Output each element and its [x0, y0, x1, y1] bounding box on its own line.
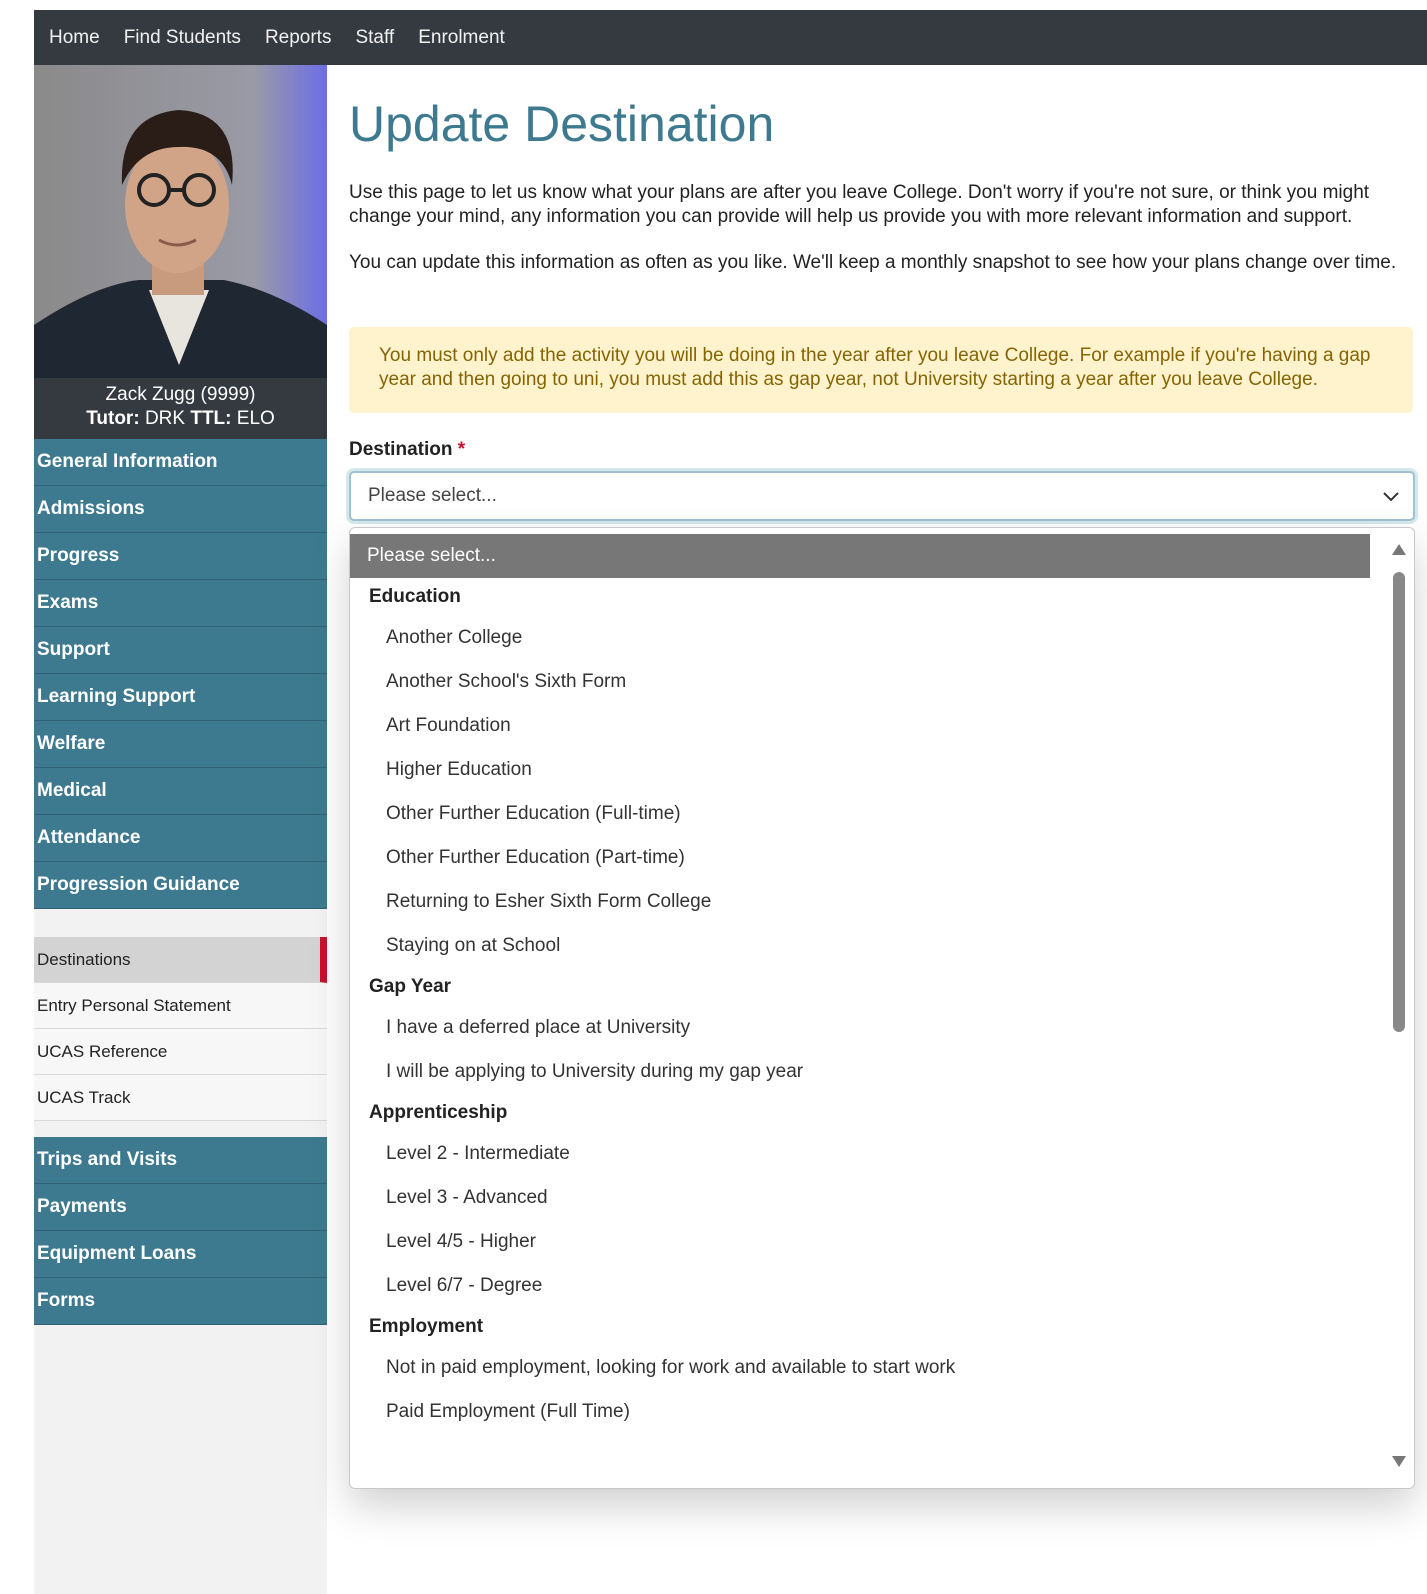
submenu-destinations[interactable]: Destinations	[34, 937, 327, 983]
dropdown-option[interactable]: Another School's Sixth Form	[350, 660, 1370, 704]
dropdown-option[interactable]: Returning to Esher Sixth Form College	[350, 880, 1370, 924]
submenu-ucas-reference[interactable]: UCAS Reference	[34, 1029, 327, 1075]
dropdown-option[interactable]: Higher Education	[350, 748, 1370, 792]
menu-attendance[interactable]: Attendance	[34, 815, 327, 862]
dropdown-option[interactable]: Other Further Education (Full-time)	[350, 792, 1370, 836]
dropdown-option[interactable]: Level 6/7 - Degree	[350, 1264, 1370, 1308]
dropdown-option[interactable]: I will be applying to University during …	[350, 1050, 1370, 1094]
menu-exams[interactable]: Exams	[34, 580, 327, 627]
scrollbar-thumb[interactable]	[1393, 572, 1405, 1032]
optgroup-apprenticeship: Apprenticeship	[369, 1102, 508, 1123]
menu-general-information[interactable]: General Information	[34, 439, 327, 486]
triangle-up-icon[interactable]	[1391, 542, 1407, 561]
student-photo	[34, 65, 327, 378]
menu-welfare[interactable]: Welfare	[34, 721, 327, 768]
dropdown-list: Please select... Education Another Colle…	[350, 528, 1370, 1434]
dropdown-option[interactable]: Paid Employment (Full Time)	[350, 1390, 1370, 1434]
destination-label: Destination *	[349, 439, 466, 460]
dropdown-option[interactable]: Art Foundation	[350, 704, 1370, 748]
secondary-menu: Trips and Visits Payments Equipment Loan…	[34, 1137, 327, 1325]
optgroup-gap-year: Gap Year	[369, 976, 452, 997]
optgroup-employment: Employment	[369, 1316, 484, 1337]
sidebar: Zack Zugg (9999) Tutor: DRK TTL: ELO Gen…	[34, 65, 327, 1594]
dropdown-option[interactable]: Level 2 - Intermediate	[350, 1132, 1370, 1176]
nav-reports[interactable]: Reports	[265, 27, 332, 49]
nav-enrolment[interactable]: Enrolment	[418, 27, 505, 49]
dropdown-option[interactable]: Level 4/5 - Higher	[350, 1220, 1370, 1264]
menu-trips-and-visits[interactable]: Trips and Visits	[34, 1137, 327, 1184]
menu-learning-support[interactable]: Learning Support	[34, 674, 327, 721]
menu-equipment-loans[interactable]: Equipment Loans	[34, 1231, 327, 1278]
menu-progress[interactable]: Progress	[34, 533, 327, 580]
menu-admissions[interactable]: Admissions	[34, 486, 327, 533]
menu-payments[interactable]: Payments	[34, 1184, 327, 1231]
dropdown-option[interactable]: Another College	[350, 616, 1370, 660]
menu-medical[interactable]: Medical	[34, 768, 327, 815]
nav-staff[interactable]: Staff	[355, 27, 394, 49]
dropdown-option[interactable]: Staying on at School	[350, 924, 1370, 968]
destination-dropdown: Please select... Education Another Colle…	[349, 527, 1415, 1489]
warning-alert: You must only add the activity you will …	[349, 327, 1413, 413]
destination-select[interactable]: Please select...	[349, 471, 1415, 521]
intro-paragraph-2: You can update this information as often…	[349, 252, 1397, 273]
menu-support[interactable]: Support	[34, 627, 327, 674]
submenu-ucas-track[interactable]: UCAS Track	[34, 1075, 327, 1121]
optgroup-education: Education	[369, 586, 461, 607]
dropdown-option-selected[interactable]: Please select...	[350, 534, 1370, 578]
nav-home[interactable]: Home	[49, 27, 100, 49]
student-card: Zack Zugg (9999) Tutor: DRK TTL: ELO	[34, 378, 327, 444]
submenu-entry-personal-statement[interactable]: Entry Personal Statement	[34, 983, 327, 1029]
nav-find-students[interactable]: Find Students	[124, 27, 241, 49]
progression-submenu: Destinations Entry Personal Statement UC…	[34, 937, 327, 1121]
intro-paragraph-1: Use this page to let us know what your p…	[349, 182, 1370, 227]
dropdown-option[interactable]: Level 3 - Advanced	[350, 1176, 1370, 1220]
chevron-down-icon	[1381, 487, 1401, 513]
menu-progression-guidance[interactable]: Progression Guidance	[34, 862, 327, 909]
dropdown-option[interactable]: Not in paid employment, looking for work…	[350, 1346, 1370, 1390]
intro-text: Use this page to let us know what your p…	[349, 181, 1409, 297]
student-tutor-line: Tutor: DRK TTL: ELO	[86, 408, 275, 429]
student-name: Zack Zugg (9999)	[105, 384, 256, 405]
page-title: Update Destination	[349, 96, 775, 152]
dropdown-scrollbar[interactable]	[1384, 528, 1414, 1488]
main-menu: General Information Admissions Progress …	[34, 439, 327, 909]
top-navbar: Home Find Students Reports Staff Enrolme…	[34, 10, 1427, 65]
triangle-down-icon[interactable]	[1391, 1455, 1407, 1474]
dropdown-option[interactable]: I have a deferred place at University	[350, 1006, 1370, 1050]
destination-select-value: Please select...	[368, 485, 497, 506]
dropdown-option[interactable]: Other Further Education (Part-time)	[350, 836, 1370, 880]
required-marker: *	[457, 439, 466, 460]
menu-forms[interactable]: Forms	[34, 1278, 327, 1325]
